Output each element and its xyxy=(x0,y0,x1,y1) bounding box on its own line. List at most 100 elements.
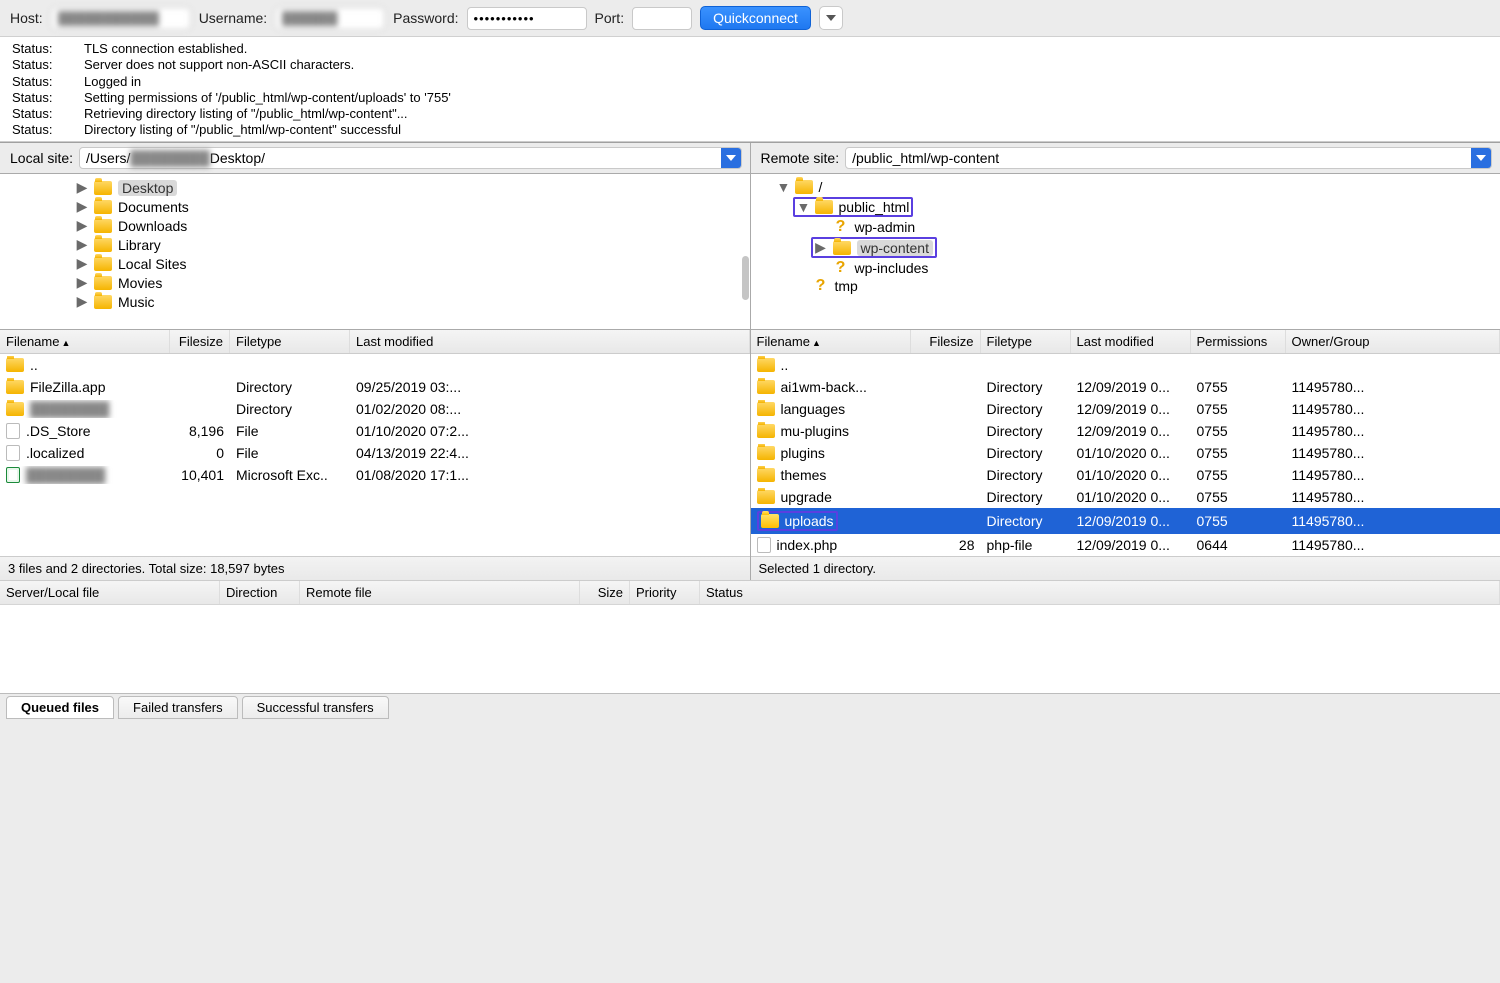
tree-row-public-html[interactable]: ▼ public_html xyxy=(751,196,1500,218)
disclosure-closed-icon[interactable]: ▶ xyxy=(76,255,88,272)
password-input[interactable] xyxy=(467,7,587,30)
log-label: Status: xyxy=(12,90,60,106)
cell-name: index.php xyxy=(777,537,838,553)
sort-asc-icon: ▲ xyxy=(812,338,821,348)
tab-successful[interactable]: Successful transfers xyxy=(242,696,389,719)
list-row[interactable]: .. xyxy=(751,354,1500,376)
local-path-combo[interactable]: /Users/████████Desktop/ xyxy=(79,147,741,169)
disclosure-open-icon[interactable]: ▼ xyxy=(797,199,809,215)
cell-mod: 01/10/2020 0... xyxy=(1071,488,1191,506)
disclosure-open-icon[interactable]: ▼ xyxy=(777,179,789,195)
log-msg: TLS connection established. xyxy=(84,41,247,57)
cell-mod: 12/09/2019 0... xyxy=(1071,512,1191,530)
folder-icon xyxy=(6,380,24,394)
tab-queued[interactable]: Queued files xyxy=(6,696,114,719)
col-modified[interactable]: Last modified xyxy=(350,330,750,353)
cell-type: Directory xyxy=(981,378,1071,396)
tree-row[interactable]: ▶Downloads xyxy=(0,216,750,235)
list-row[interactable]: .. xyxy=(0,354,750,376)
list-row[interactable]: ai1wm-back... Directory 12/09/2019 0... … xyxy=(751,376,1500,398)
col-modified[interactable]: Last modified xyxy=(1071,330,1191,353)
tree-row[interactable]: ▶Documents xyxy=(0,197,750,216)
qcol-remote[interactable]: Remote file xyxy=(300,581,580,604)
cell-own: 11495780... xyxy=(1286,488,1500,506)
disclosure-closed-icon[interactable]: ▶ xyxy=(76,293,88,310)
folder-icon xyxy=(6,358,24,372)
unknown-icon: ? xyxy=(813,278,829,294)
disclosure-closed-icon[interactable]: ▶ xyxy=(76,274,88,291)
quickconnect-dropdown[interactable] xyxy=(819,6,843,30)
cell-own xyxy=(1286,364,1500,366)
disclosure-closed-icon[interactable]: ▶ xyxy=(76,236,88,253)
list-row[interactable]: ████████ 10,401 Microsoft Exc.. 01/08/20… xyxy=(0,464,750,486)
tree-row[interactable]: ▶Local Sites xyxy=(0,254,750,273)
col-permissions[interactable]: Permissions xyxy=(1191,330,1286,353)
list-row[interactable]: uploads Directory 12/09/2019 0... 0755 1… xyxy=(751,508,1500,534)
host-input[interactable] xyxy=(51,7,191,30)
cell-size xyxy=(170,386,230,388)
tree-row[interactable]: ▶Music xyxy=(0,292,750,311)
col-filetype[interactable]: Filetype xyxy=(230,330,350,353)
list-row[interactable]: .localized 0 File 04/13/2019 22:4... xyxy=(0,442,750,464)
qcol-priority[interactable]: Priority xyxy=(630,581,700,604)
scrollbar-thumb[interactable] xyxy=(742,256,749,300)
list-row[interactable]: FileZilla.app Directory 09/25/2019 03:..… xyxy=(0,376,750,398)
quickconnect-button[interactable]: Quickconnect xyxy=(700,6,811,30)
col-filename[interactable]: Filename xyxy=(6,334,59,349)
disclosure-closed-icon[interactable]: ▶ xyxy=(815,239,827,256)
cell-size xyxy=(911,496,981,498)
cell-size: 10,401 xyxy=(170,466,230,484)
disclosure-closed-icon[interactable]: ▶ xyxy=(76,217,88,234)
tree-row-wp-includes[interactable]: ? wp-includes xyxy=(751,259,1500,277)
disclosure-closed-icon[interactable]: ▶ xyxy=(76,179,88,196)
list-row[interactable]: languages Directory 12/09/2019 0... 0755… xyxy=(751,398,1500,420)
cell-type: File xyxy=(230,444,350,462)
local-column-header[interactable]: Filename▲ Filesize Filetype Last modifie… xyxy=(0,330,750,354)
folder-icon xyxy=(757,490,775,504)
qcol-server[interactable]: Server/Local file xyxy=(0,581,220,604)
list-row[interactable]: .DS_Store 8,196 File 01/10/2020 07:2... xyxy=(0,420,750,442)
cell-own: 11495780... xyxy=(1286,400,1500,418)
tree-row[interactable]: ▶Desktop xyxy=(0,178,750,197)
list-row[interactable]: plugins Directory 01/10/2020 0... 0755 1… xyxy=(751,442,1500,464)
cell-size xyxy=(170,408,230,410)
qcol-size[interactable]: Size xyxy=(580,581,630,604)
list-row[interactable]: ████████ Directory 01/02/2020 08:... xyxy=(0,398,750,420)
cell-own: 11495780... xyxy=(1286,466,1500,484)
queue-header[interactable]: Server/Local file Direction Remote file … xyxy=(0,580,1500,605)
folder-icon xyxy=(757,402,775,416)
qcol-status[interactable]: Status xyxy=(700,581,1500,604)
cell-size: 8,196 xyxy=(170,422,230,440)
tree-row-wp-content[interactable]: ▶ wp-content xyxy=(751,236,1500,259)
remote-column-header[interactable]: Filename▲ Filesize Filetype Last modifie… xyxy=(751,330,1500,354)
col-owner[interactable]: Owner/Group xyxy=(1286,330,1500,353)
tab-failed[interactable]: Failed transfers xyxy=(118,696,238,719)
disclosure-closed-icon[interactable]: ▶ xyxy=(76,198,88,215)
tree-row[interactable]: ▶Library xyxy=(0,235,750,254)
tree-row-wp-admin[interactable]: ? wp-admin xyxy=(751,218,1500,236)
qcol-direction[interactable]: Direction xyxy=(220,581,300,604)
tree-label: tmp xyxy=(835,278,858,294)
remote-tree[interactable]: ▼ / ▼ public_html ? wp-admin ▶ xyxy=(751,174,1500,329)
list-row[interactable]: themes Directory 01/10/2020 0... 0755 11… xyxy=(751,464,1500,486)
remote-path-combo[interactable]: /public_html/wp-content xyxy=(845,147,1492,169)
list-row[interactable]: index.php 28 php-file 12/09/2019 0... 06… xyxy=(751,534,1500,556)
combo-arrow-icon[interactable] xyxy=(1471,148,1491,168)
port-input[interactable] xyxy=(632,7,692,30)
username-input[interactable] xyxy=(275,7,385,30)
col-filesize[interactable]: Filesize xyxy=(911,330,981,353)
log-label: Status: xyxy=(12,57,60,73)
local-tree[interactable]: ▶Desktop▶Documents▶Downloads▶Library▶Loc… xyxy=(0,174,750,329)
cell-name: uploads xyxy=(785,513,834,529)
username-label: Username: xyxy=(199,10,267,26)
tree-row-root[interactable]: ▼ / xyxy=(751,178,1500,196)
tree-row[interactable]: ▶Movies xyxy=(0,273,750,292)
combo-arrow-icon[interactable] xyxy=(721,148,741,168)
col-filetype[interactable]: Filetype xyxy=(981,330,1071,353)
list-row[interactable]: mu-plugins Directory 12/09/2019 0... 075… xyxy=(751,420,1500,442)
cell-perm: 0755 xyxy=(1191,422,1286,440)
list-row[interactable]: upgrade Directory 01/10/2020 0... 0755 1… xyxy=(751,486,1500,508)
col-filesize[interactable]: Filesize xyxy=(170,330,230,353)
tree-row-tmp[interactable]: ? tmp xyxy=(751,277,1500,295)
col-filename[interactable]: Filename xyxy=(757,334,810,349)
